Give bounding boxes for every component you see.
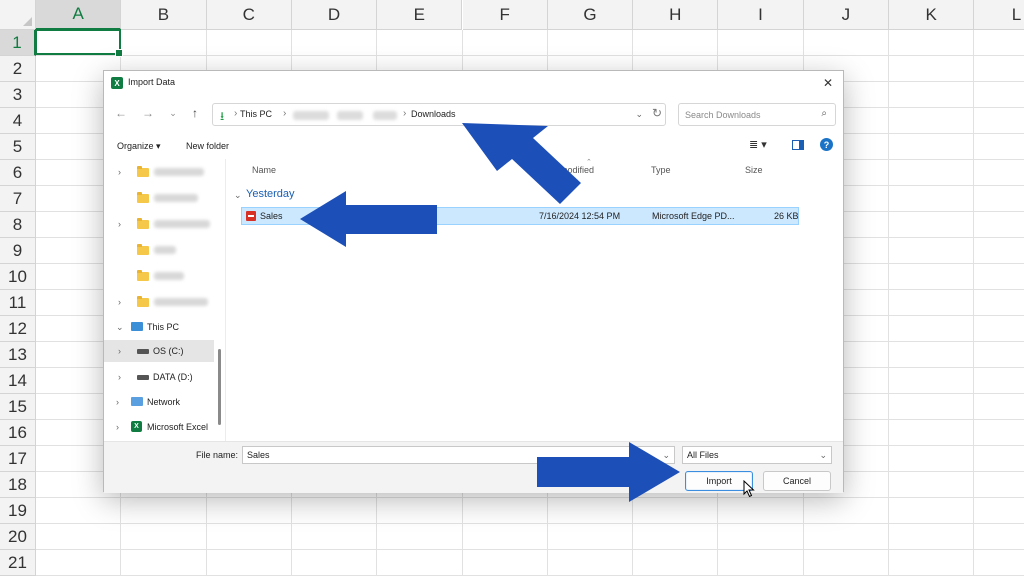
mouse-cursor-icon — [743, 480, 755, 498]
annotation-arrows — [300, 123, 680, 502]
arrow-to-sales-file — [300, 191, 437, 247]
arrow-to-import-button — [537, 442, 680, 502]
arrow-to-downloads — [462, 123, 581, 204]
